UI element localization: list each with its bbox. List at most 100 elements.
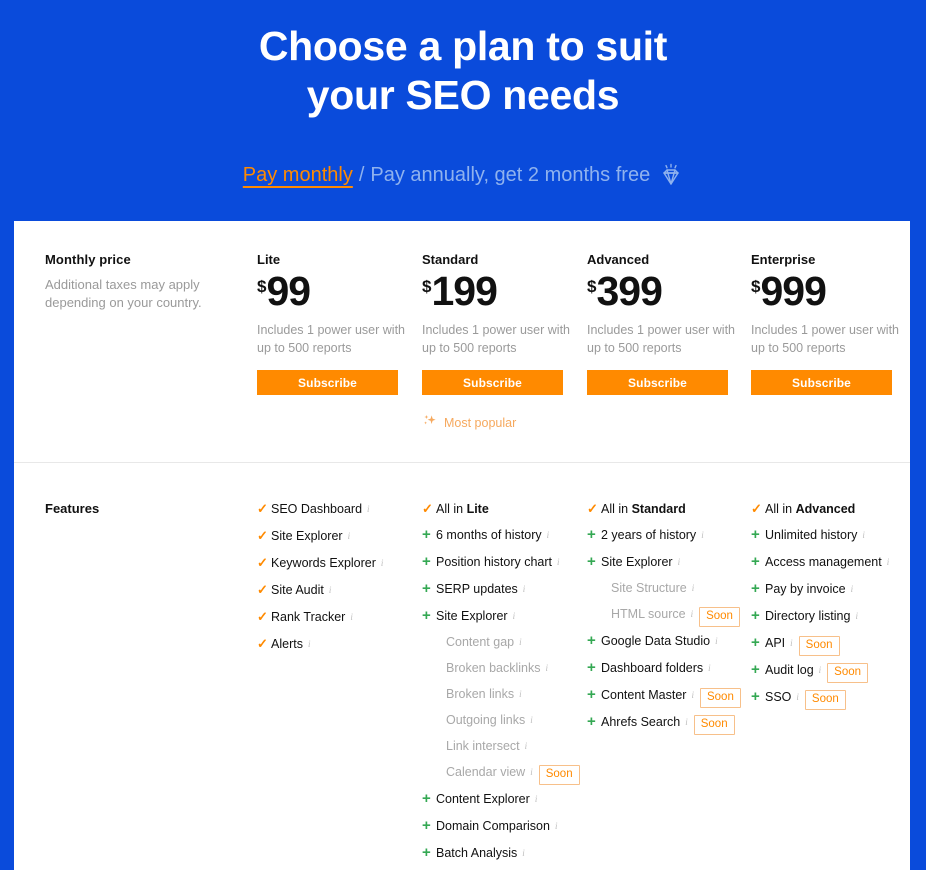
info-icon[interactable]: i	[381, 551, 384, 576]
info-icon[interactable]: i	[851, 577, 854, 602]
info-icon[interactable]: i	[547, 523, 550, 548]
feature-item[interactable]: + Ahrefs Search i Soon	[587, 709, 762, 736]
soon-badge: Soon	[798, 636, 840, 656]
info-icon[interactable]: i	[691, 602, 694, 627]
info-icon[interactable]: i	[519, 682, 522, 707]
feature-column-enterprise: ✓ All in Advanced + Unlimited history i + Acce…	[751, 496, 926, 711]
info-icon[interactable]: i	[350, 605, 353, 630]
plan-card-lite: Lite $99 Includes 1 power user with up to …	[257, 252, 417, 395]
info-icon[interactable]: i	[862, 523, 865, 548]
feature-item[interactable]: HTML source i Soon	[587, 602, 762, 628]
check-icon: ✓	[257, 582, 268, 597]
info-icon[interactable]: i	[308, 632, 311, 657]
feature-label: 6 months of history	[436, 528, 542, 542]
info-icon[interactable]: i	[678, 550, 681, 575]
feature-item[interactable]: ✓ All in Advanced	[751, 496, 926, 522]
feature-item[interactable]: + Access management i	[751, 549, 926, 576]
feature-item[interactable]: + API i Soon	[751, 630, 926, 657]
info-icon[interactable]: i	[855, 604, 858, 629]
feature-item[interactable]: Site Structure i	[587, 576, 762, 602]
plus-icon: +	[422, 844, 431, 861]
feature-item[interactable]: + Dashboard folders i	[587, 655, 762, 682]
info-icon[interactable]: i	[535, 787, 538, 812]
features-row: Features ✓ SEO Dashboard i ✓ Site Explorer i ✓…	[14, 463, 910, 870]
feature-item[interactable]: + Directory listing i	[751, 603, 926, 630]
info-icon[interactable]: i	[691, 683, 694, 708]
feature-item[interactable]: ✓ SEO Dashboard i	[257, 496, 432, 523]
feature-item[interactable]: ✓ Site Audit i	[257, 577, 432, 604]
feature-item[interactable]: + Pay by invoice i	[751, 576, 926, 603]
feature-list: ✓ All in Advanced + Unlimited history i + Acce…	[751, 496, 926, 711]
info-icon[interactable]: i	[329, 578, 332, 603]
plan-name: Advanced	[587, 252, 650, 267]
feature-item[interactable]: Outgoing links i	[422, 708, 597, 734]
feature-item[interactable]: ✓ Keywords Explorer i	[257, 550, 432, 577]
feature-item[interactable]: ✓ Alerts i	[257, 631, 432, 658]
feature-item[interactable]: Content gap i	[422, 630, 597, 656]
info-icon[interactable]: i	[513, 604, 516, 629]
feature-item[interactable]: + Batch Analysis i	[422, 840, 597, 867]
sparkle-icon	[422, 413, 438, 432]
feature-label: SSO	[765, 690, 792, 704]
info-icon[interactable]: i	[522, 841, 525, 866]
info-icon[interactable]: i	[557, 550, 560, 575]
billing-monthly-link[interactable]: Pay monthly	[243, 163, 353, 187]
subscribe-button-standard[interactable]: Subscribe	[422, 370, 563, 395]
info-icon[interactable]: i	[530, 708, 533, 733]
plus-icon: +	[751, 580, 760, 597]
feature-item[interactable]: + Position history chart i	[422, 549, 597, 576]
feature-item[interactable]: + Google Data Studio i	[587, 628, 762, 655]
feature-item[interactable]: Broken backlinks i	[422, 656, 597, 682]
plus-icon: +	[751, 634, 760, 651]
info-icon[interactable]: i	[523, 577, 526, 602]
feature-label: API	[765, 636, 786, 650]
hero-section: Choose a plan to suit your SEO needs Pay…	[0, 0, 926, 187]
feature-item[interactable]: Link intersect i	[422, 734, 597, 760]
info-icon[interactable]: i	[796, 685, 799, 710]
info-icon[interactable]: i	[348, 524, 351, 549]
feature-item[interactable]: +2 years of history i	[587, 522, 762, 549]
feature-item[interactable]: Broken links i	[422, 682, 597, 708]
info-icon[interactable]: i	[715, 629, 718, 654]
subscribe-button-enterprise[interactable]: Subscribe	[751, 370, 892, 395]
billing-annual-link[interactable]: Pay annually, get 2 months free	[370, 163, 650, 187]
plan-card-standard: Standard $199 Includes 1 power user with u…	[422, 252, 582, 432]
feature-item[interactable]: +6 months of history i	[422, 522, 597, 549]
info-icon[interactable]: i	[887, 550, 890, 575]
info-icon[interactable]: i	[367, 497, 370, 522]
feature-item[interactable]: + Content Master i Soon	[587, 682, 762, 709]
info-icon[interactable]: i	[555, 814, 558, 839]
info-icon[interactable]: i	[701, 523, 704, 548]
feature-item[interactable]: ✓ All in Lite	[422, 496, 597, 522]
feature-item[interactable]: + Audit log i Soon	[751, 657, 926, 684]
feature-column-lite: ✓ SEO Dashboard i ✓ Site Explorer i ✓ Keywords …	[257, 496, 432, 658]
feature-item[interactable]: + Site Explorer i	[587, 549, 762, 576]
info-icon[interactable]: i	[692, 576, 695, 601]
subscribe-button-lite[interactable]: Subscribe	[257, 370, 398, 395]
plan-name: Lite	[257, 252, 281, 267]
feature-item[interactable]: + Unlimited history i	[751, 522, 926, 549]
feature-item[interactable]: Calendar view i Soon	[422, 760, 597, 786]
feature-label: HTML source	[611, 607, 686, 621]
feature-item[interactable]: + SERP updates i	[422, 576, 597, 603]
info-icon[interactable]: i	[685, 710, 688, 735]
feature-item[interactable]: ✓ All in Standard	[587, 496, 762, 522]
info-icon[interactable]: i	[546, 656, 549, 681]
plus-icon: +	[587, 713, 596, 730]
info-icon[interactable]: i	[790, 631, 793, 656]
subscribe-button-advanced[interactable]: Subscribe	[587, 370, 728, 395]
plan-card-advanced: Advanced $399 Includes 1 power user with u…	[587, 252, 747, 395]
feature-item[interactable]: + Content Explorer i	[422, 786, 597, 813]
plan-description: Includes 1 power user with up to 500 rep…	[422, 323, 570, 355]
feature-item[interactable]: ✓ Rank Tracker i	[257, 604, 432, 631]
info-icon[interactable]: i	[519, 630, 522, 655]
feature-item[interactable]: + Site Explorer i	[422, 603, 597, 630]
info-icon[interactable]: i	[708, 656, 711, 681]
feature-item[interactable]: + Domain Comparison i	[422, 813, 597, 840]
info-icon[interactable]: i	[525, 734, 528, 759]
info-icon[interactable]: i	[530, 760, 533, 785]
feature-item[interactable]: + SSO i Soon	[751, 684, 926, 711]
info-icon[interactable]: i	[819, 658, 822, 683]
feature-item[interactable]: ✓ Site Explorer i	[257, 523, 432, 550]
soon-badge: Soon	[804, 690, 846, 710]
